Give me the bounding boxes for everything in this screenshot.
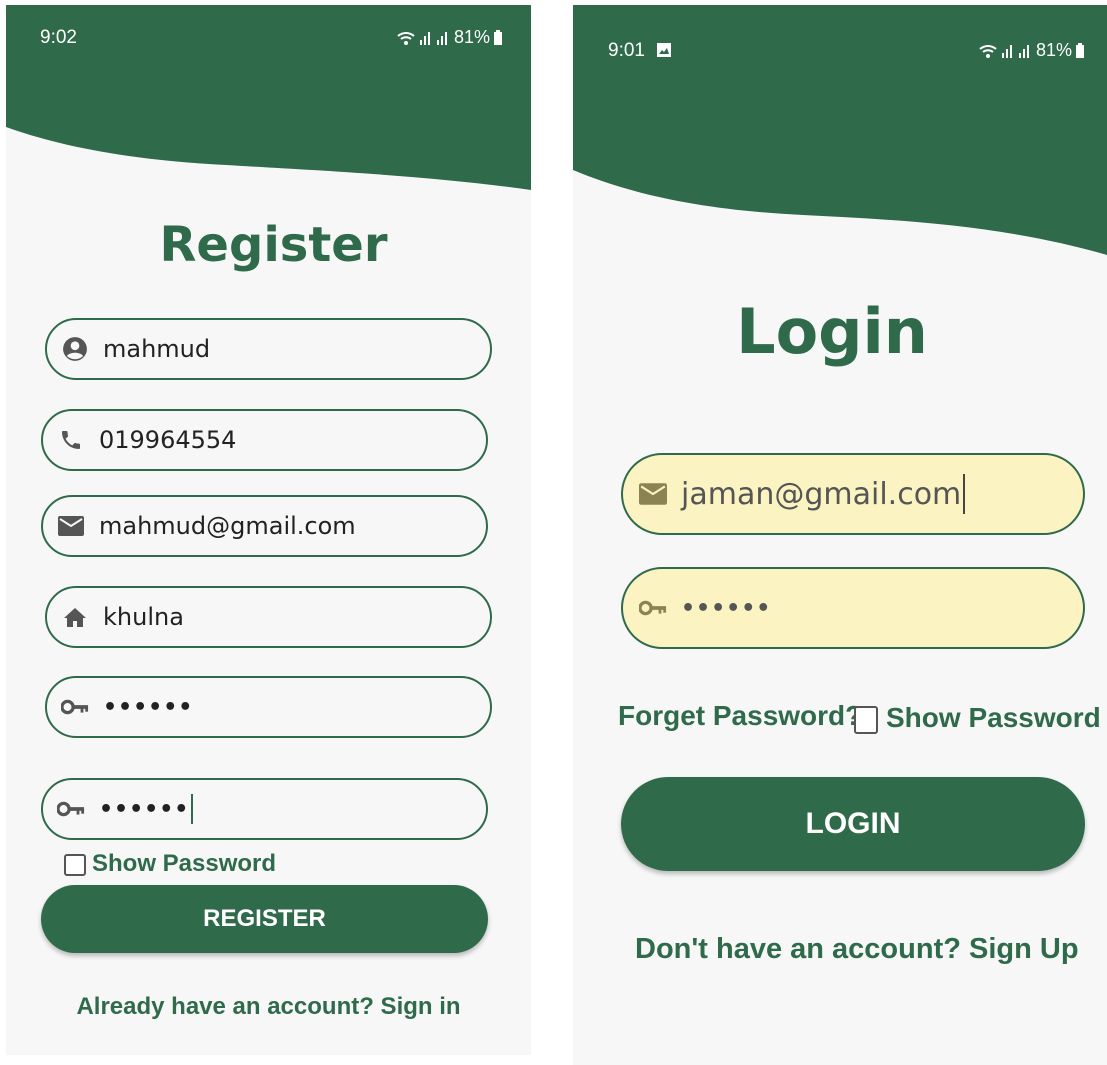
password-value: •••••• [103,694,194,720]
email-value: jaman@gmail.com [681,476,962,512]
image-notification-icon [657,43,672,57]
battery-icon [494,29,502,45]
show-password-toggle[interactable]: Show Password [854,702,1101,734]
login-button[interactable]: LOGIN [621,777,1085,871]
status-icons: 81% [396,27,503,48]
key-icon [57,795,85,823]
phone-input[interactable]: 019964554 [41,409,488,471]
key-icon [61,693,89,721]
address-value: khulna [103,603,184,631]
register-screen: 9:02 81% Register mahmud 019964554 mahmu… [6,5,531,1055]
name-input[interactable]: mahmud [45,318,492,380]
sign-up-link[interactable]: Don't have an account? Sign Up [635,933,1079,966]
confirm-password-value: •••••• [99,796,190,822]
wifi-icon [397,31,415,45]
show-password-label: Show Password [886,702,1101,733]
battery-icon [1076,42,1084,58]
email-icon [57,512,85,540]
name-value: mahmud [103,335,211,363]
status-time: 9:02 [40,27,77,48]
battery-text: 81% [1035,40,1072,60]
text-cursor [191,794,194,824]
forget-password-link[interactable]: Forget Password? [618,700,862,732]
account-circle-icon [61,335,89,363]
password-input[interactable]: •••••• [621,567,1085,649]
email-icon [639,480,667,508]
key-icon [639,594,667,622]
status-time-text: 9:01 [608,40,645,61]
email-input[interactable]: mahmud@gmail.com [41,495,488,557]
text-cursor [963,474,966,514]
home-icon [61,603,89,631]
phone-icon [57,426,85,454]
battery-text: 81% [453,27,490,47]
status-icons: 81% [978,40,1085,61]
confirm-password-input[interactable]: •••••• [41,778,488,840]
signal-icon [419,31,447,45]
register-button[interactable]: REGISTER [41,885,488,953]
status-time: 9:01 [608,40,672,62]
wifi-icon [979,44,997,58]
email-value: mahmud@gmail.com [99,512,356,540]
email-input[interactable]: jaman@gmail.com [621,453,1085,535]
page-title: Login [736,295,928,368]
phone-value: 019964554 [99,426,237,454]
show-password-toggle[interactable]: Show Password [64,850,276,878]
login-screen: 9:01 81% Login jaman@gmail.com •••••• Fo… [573,5,1107,1065]
show-password-checkbox[interactable] [64,853,86,876]
address-input[interactable]: khulna [45,586,492,648]
page-title: Register [159,217,388,273]
show-password-checkbox[interactable] [854,705,878,734]
password-value: •••••• [681,595,772,621]
password-input[interactable]: •••••• [45,676,492,738]
signal-icon [1001,44,1029,58]
show-password-label: Show Password [92,850,277,877]
sign-in-link[interactable]: Already have an account? Sign in [6,993,531,1021]
